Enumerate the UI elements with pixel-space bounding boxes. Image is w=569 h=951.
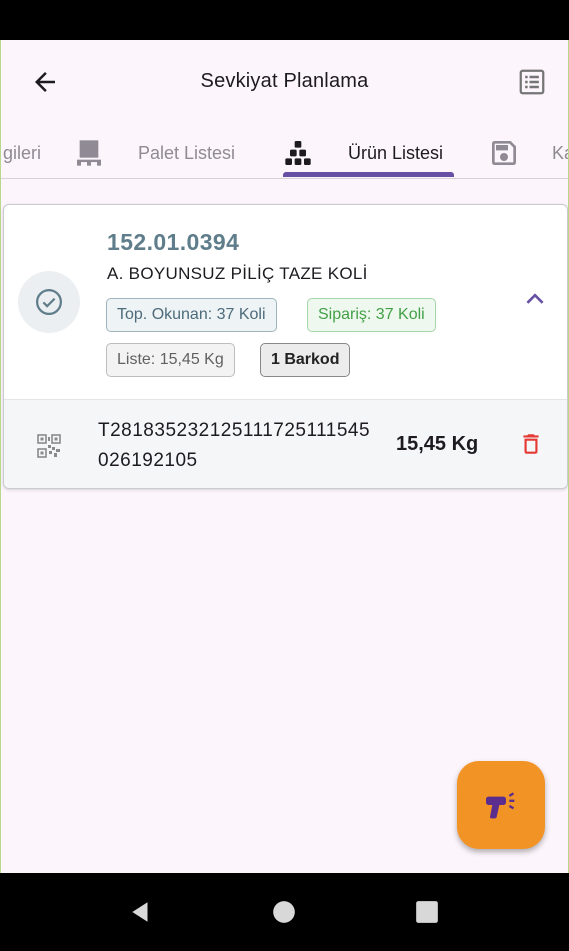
page-title: Sevkiyat Planlama bbox=[200, 70, 369, 92]
nav-recents-button[interactable] bbox=[410, 895, 444, 929]
pallet-icon bbox=[77, 140, 101, 166]
tab-urun-icon[interactable] bbox=[282, 128, 314, 178]
app-screen: Sevkiyat Planlama gileri Palet Listesi Ü… bbox=[0, 40, 569, 873]
collapse-button[interactable] bbox=[521, 285, 549, 313]
barcode-weight: 15,45 Kg bbox=[396, 433, 479, 455]
square-recents-icon bbox=[416, 901, 438, 923]
barcode-scanner-icon bbox=[486, 792, 515, 819]
tab-palet-icon[interactable] bbox=[73, 128, 105, 178]
tab-save-icon[interactable] bbox=[488, 128, 520, 178]
system-nav-bar bbox=[0, 873, 569, 951]
tab-urun-listesi[interactable]: Ürün Listesi bbox=[348, 128, 443, 178]
tab-label: Palet Listesi bbox=[138, 142, 236, 163]
list-menu-button[interactable] bbox=[514, 64, 550, 100]
barcode-number: T281835232125111725111545026192105 bbox=[98, 420, 371, 471]
product-code: 152.01.0394 bbox=[107, 229, 240, 255]
barcode-scan-button[interactable] bbox=[457, 761, 545, 849]
boxes-stack-icon bbox=[285, 141, 311, 165]
chevron-up-icon bbox=[526, 293, 544, 304]
status-bar bbox=[0, 0, 569, 40]
nav-home-button[interactable] bbox=[267, 895, 301, 929]
check-circle-icon bbox=[36, 289, 62, 315]
tab-label: gileri bbox=[3, 142, 42, 163]
tab-kaydet[interactable]: Ka bbox=[552, 128, 568, 178]
tab-indicator bbox=[283, 172, 454, 177]
read-count-chip: Top. Okunan: 37 Koli bbox=[106, 298, 277, 332]
save-icon bbox=[492, 141, 516, 165]
delete-barcode-button[interactable] bbox=[517, 430, 545, 458]
barcode-count-chip: 1 Barkod bbox=[260, 343, 351, 377]
tab-bilgileri[interactable]: gileri bbox=[3, 128, 41, 178]
nav-back-button[interactable] bbox=[124, 895, 158, 929]
list-weight-chip: Liste: 15,45 Kg bbox=[106, 343, 235, 377]
app-bar: Sevkiyat Planlama bbox=[1, 40, 568, 128]
list-alt-icon bbox=[519, 69, 545, 95]
tab-palet-listesi[interactable]: Palet Listesi bbox=[138, 128, 235, 178]
qr-code-icon bbox=[37, 434, 61, 458]
product-card[interactable]: 152.01.0394 A. BOYUNSUZ PİLİÇ TAZE KOLİ … bbox=[3, 204, 568, 489]
status-avatar bbox=[18, 271, 80, 333]
order-count-chip: Sipariş: 37 Koli bbox=[307, 298, 436, 332]
circle-home-icon bbox=[273, 901, 295, 923]
product-name: A. BOYUNSUZ PİLİÇ TAZE KOLİ bbox=[107, 264, 368, 283]
triangle-back-icon bbox=[132, 902, 148, 922]
tab-label: Ka bbox=[552, 142, 568, 163]
barcode-row: T281835232125111725111545026192105 15,45… bbox=[4, 399, 567, 488]
trash-icon bbox=[523, 434, 539, 454]
tab-label: Ürün Listesi bbox=[348, 142, 444, 163]
